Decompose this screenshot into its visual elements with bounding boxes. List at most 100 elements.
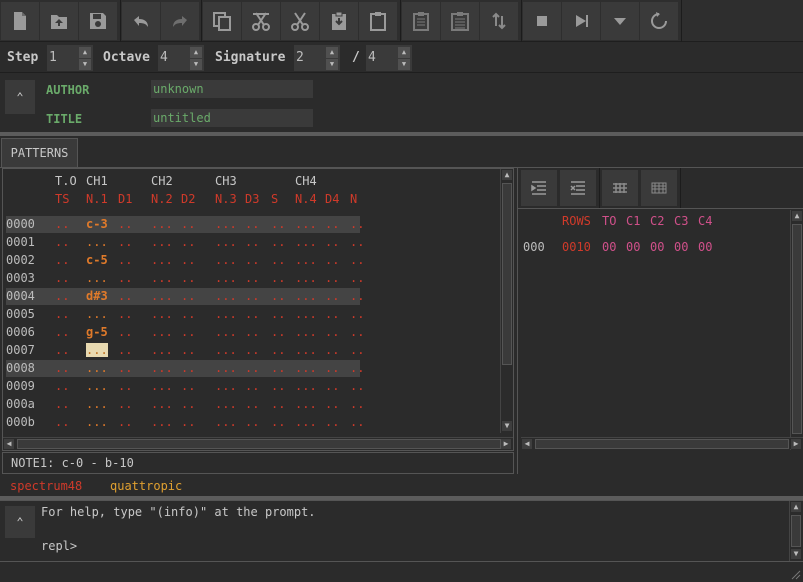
cell-note-ch4[interactable]: ... xyxy=(295,397,317,411)
seq-row-to[interactable]: 00 xyxy=(602,240,616,254)
clipboard-lines-icon[interactable] xyxy=(441,2,479,40)
repl-console[interactable]: ⌃ For help, type "(info)" at the prompt.… xyxy=(0,500,803,562)
author-field[interactable]: unknown xyxy=(151,80,313,98)
cell-d1[interactable]: .. xyxy=(118,289,132,303)
cell-ts[interactable]: .. xyxy=(55,379,69,393)
cell-n[interactable]: .. xyxy=(350,271,364,285)
cut-icon[interactable] xyxy=(281,2,319,40)
cell-d3[interactable]: .. xyxy=(245,379,259,393)
cell-n[interactable]: .. xyxy=(350,379,364,393)
cell-d3[interactable]: .. xyxy=(245,397,259,411)
cell-d2[interactable]: .. xyxy=(181,271,195,285)
cell-ts[interactable]: .. xyxy=(55,253,69,267)
cell-n[interactable]: .. xyxy=(350,397,364,411)
cell-d3[interactable]: .. xyxy=(245,217,259,231)
undo-icon[interactable] xyxy=(122,2,160,40)
step-spinner[interactable]: 1 ▲ ▼ xyxy=(47,45,93,71)
cell-ts[interactable]: .. xyxy=(55,289,69,303)
cell-d4[interactable]: .. xyxy=(325,343,339,357)
cell-note-ch2[interactable]: ... xyxy=(151,397,173,411)
seq-row-c3[interactable]: 00 xyxy=(674,240,688,254)
seq-row-c1[interactable]: 00 xyxy=(626,240,640,254)
open-file-icon[interactable] xyxy=(40,2,78,40)
cell-note-ch3[interactable]: ... xyxy=(215,361,237,375)
chevron-up-icon[interactable]: ▲ xyxy=(326,47,338,58)
scroll-left-icon[interactable]: ◀ xyxy=(4,439,14,449)
cell-d2[interactable]: .. xyxy=(181,325,195,339)
chevron-down-icon[interactable]: ▼ xyxy=(79,59,91,70)
cell-ts[interactable]: .. xyxy=(55,235,69,249)
new-file-icon[interactable] xyxy=(1,2,39,40)
cell-note-ch1[interactable]: c-3 xyxy=(86,217,108,231)
cell-note-ch4[interactable]: ... xyxy=(295,415,317,429)
scroll-thumb[interactable] xyxy=(792,224,802,434)
cell-ts[interactable]: .. xyxy=(55,415,69,429)
paste-icon[interactable] xyxy=(359,2,397,40)
cell-note-ch2[interactable]: ... xyxy=(151,235,173,249)
grid-horizontal-scrollbar[interactable]: ◀ ▶ xyxy=(3,437,513,449)
cell-d4[interactable]: .. xyxy=(325,289,339,303)
cell-ts[interactable]: .. xyxy=(55,325,69,339)
cell-note-ch4[interactable]: ... xyxy=(295,235,317,249)
cell-note-ch1[interactable]: ... xyxy=(86,397,108,411)
cell-d3[interactable]: .. xyxy=(245,289,259,303)
cell-d1[interactable]: .. xyxy=(118,253,132,267)
cell-note-ch2[interactable]: ... xyxy=(151,343,173,357)
cell-note-ch3[interactable]: ... xyxy=(215,325,237,339)
cell-note-ch3[interactable]: ... xyxy=(215,217,237,231)
collapse-meta-button[interactable]: ⌃ xyxy=(5,80,35,114)
chevron-down-icon[interactable]: ▼ xyxy=(398,59,410,70)
cell-d4[interactable]: .. xyxy=(325,415,339,429)
cell-note-ch4[interactable]: ... xyxy=(295,217,317,231)
cell-d1[interactable]: .. xyxy=(118,307,132,321)
cell-s[interactable]: .. xyxy=(271,271,285,285)
cell-note-ch3[interactable]: ... xyxy=(215,235,237,249)
chevron-up-icon[interactable]: ▲ xyxy=(398,47,410,58)
cell-d1[interactable]: .. xyxy=(118,217,132,231)
cell-s[interactable]: .. xyxy=(271,361,285,375)
cell-ts[interactable]: .. xyxy=(55,397,69,411)
cell-note-ch1[interactable]: c-5 xyxy=(86,253,108,267)
cell-note-ch4[interactable]: ... xyxy=(295,343,317,357)
cell-ts[interactable]: .. xyxy=(55,361,69,375)
scroll-up-icon[interactable]: ▲ xyxy=(502,170,512,180)
octave-spinner[interactable]: 4 ▲ ▼ xyxy=(158,45,204,71)
tag-spectrum48[interactable]: spectrum48 xyxy=(10,479,82,493)
cell-s[interactable]: .. xyxy=(271,307,285,321)
cell-d2[interactable]: .. xyxy=(181,307,195,321)
cell-d1[interactable]: .. xyxy=(118,235,132,249)
cell-d3[interactable]: .. xyxy=(245,307,259,321)
indent-icon[interactable] xyxy=(521,170,557,206)
scroll-thumb[interactable] xyxy=(535,439,789,449)
cell-note-ch4[interactable]: ... xyxy=(295,307,317,321)
pane-splitter-top[interactable] xyxy=(0,132,803,136)
cell-note-ch3[interactable]: ... xyxy=(215,379,237,393)
cell-s[interactable]: .. xyxy=(271,217,285,231)
play-icon[interactable] xyxy=(562,2,600,40)
cell-note-ch1[interactable]: ... xyxy=(86,415,108,429)
cell-d3[interactable]: .. xyxy=(245,325,259,339)
cell-note-ch1[interactable]: ... xyxy=(86,361,108,375)
cell-note-ch3[interactable]: ... xyxy=(215,253,237,267)
cell-n[interactable]: .. xyxy=(350,361,364,375)
cell-note-ch1[interactable]: ... xyxy=(86,235,108,249)
tag-quattropic[interactable]: quattropic xyxy=(110,479,182,493)
console-prompt[interactable]: repl> xyxy=(41,539,77,553)
cell-s[interactable]: .. xyxy=(271,235,285,249)
console-scrollbar[interactable]: ▲ ▼ xyxy=(789,501,801,561)
cell-note-ch2[interactable]: ... xyxy=(151,379,173,393)
chevron-up-icon[interactable]: ▲ xyxy=(190,47,202,58)
cell-d2[interactable]: .. xyxy=(181,235,195,249)
seq-row-c2[interactable]: 00 xyxy=(650,240,664,254)
cell-s[interactable]: .. xyxy=(271,397,285,411)
cell-d3[interactable]: .. xyxy=(245,271,259,285)
chevron-down-icon[interactable]: ▼ xyxy=(326,59,338,70)
cell-note-ch1[interactable]: ... xyxy=(86,379,108,393)
cell-note-ch4[interactable]: ... xyxy=(295,271,317,285)
cell-d4[interactable]: .. xyxy=(325,271,339,285)
scroll-down-icon[interactable]: ▼ xyxy=(791,549,801,559)
cell-d3[interactable]: .. xyxy=(245,415,259,429)
signature-den-spinner[interactable]: 4 ▲ ▼ xyxy=(366,45,412,71)
cell-ts[interactable]: .. xyxy=(55,307,69,321)
paste-special-icon[interactable] xyxy=(320,2,358,40)
